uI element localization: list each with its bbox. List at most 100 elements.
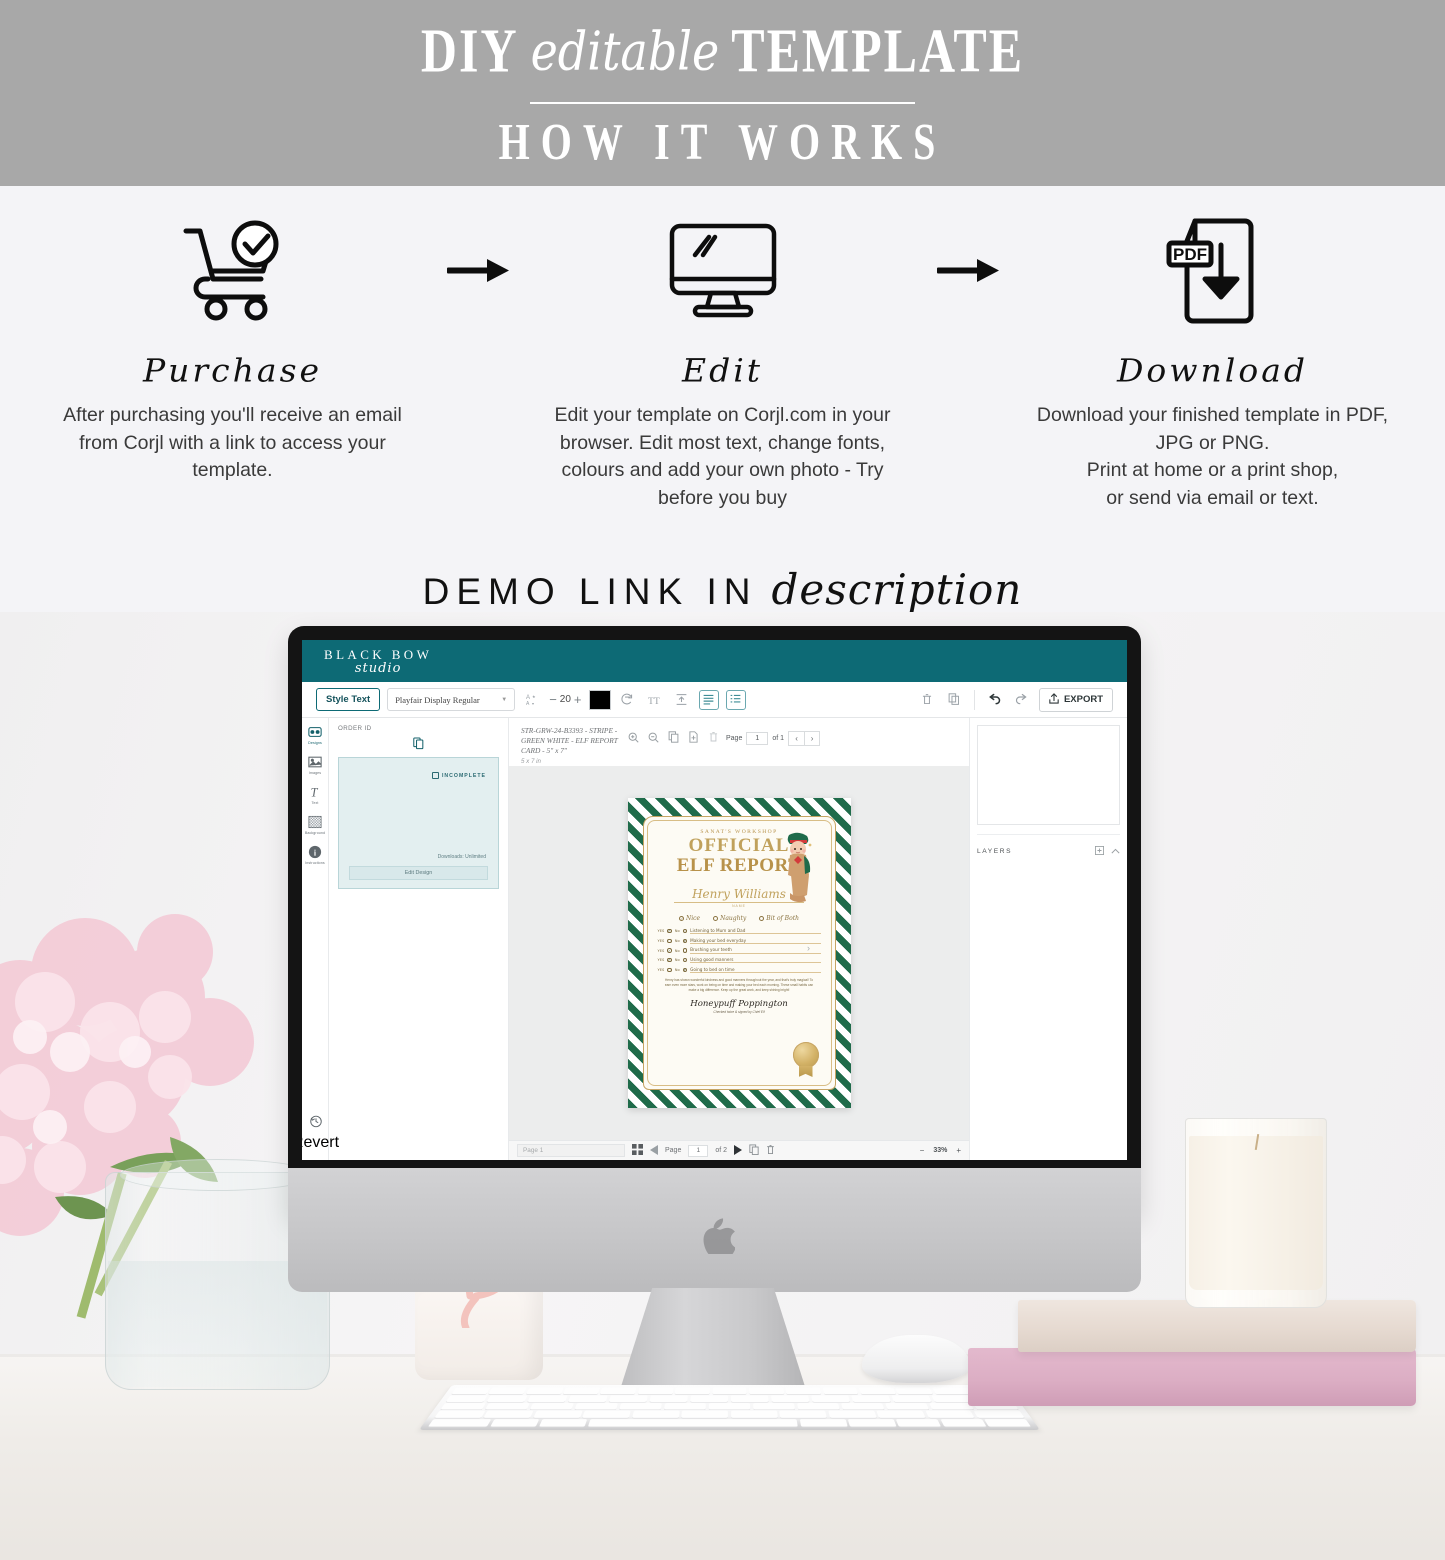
sidebar-item-revert[interactable]: Revert	[302, 1114, 339, 1152]
shopping-cart-check-icon	[43, 208, 423, 333]
canvas-stage[interactable]: SANAT'S WORKSHOP OFFICIAL ELF REPORT Hen…	[509, 766, 969, 1140]
banner-divider	[530, 102, 915, 104]
card-inner: SANAT'S WORKSHOP OFFICIAL ELF REPORT Hen…	[642, 816, 836, 1090]
edit-design-button[interactable]: Edit Design	[349, 866, 488, 880]
step-purchase: Purchase After purchasing you'll receive…	[43, 208, 423, 485]
page-name-input[interactable]: Page 1	[517, 1144, 625, 1157]
duplicate-icon[interactable]	[944, 690, 964, 710]
checkbox-empty-icon[interactable]	[682, 928, 688, 934]
zoom-controls: − 33% +	[920, 1146, 961, 1155]
grid-view-icon[interactable]	[632, 1144, 643, 1157]
sidebar-item-images[interactable]: Images	[302, 754, 329, 775]
svg-text:T: T	[311, 785, 319, 799]
image-icon	[307, 754, 323, 770]
svg-text:TT: TT	[648, 695, 660, 705]
candle-wax	[1189, 1136, 1323, 1290]
choice-nice[interactable]: ✓ Nice	[679, 915, 700, 922]
design-thumbnail-card[interactable]: INCOMPLETE Downloads: Unlimited Edit Des…	[338, 757, 499, 889]
layers-header: LAYERS	[977, 834, 1120, 860]
book-pink	[968, 1348, 1416, 1406]
badge-square-icon	[431, 772, 439, 779]
rotate-icon[interactable]	[618, 690, 638, 710]
collapse-chevron-icon[interactable]	[1111, 842, 1120, 860]
letter-case-icon[interactable]: A ★ A ▾	[522, 690, 542, 710]
no-label: No	[674, 967, 680, 972]
steps-section: Purchase After purchasing you'll receive…	[0, 186, 1445, 513]
canvas-tools	[628, 730, 719, 748]
elf-report-card[interactable]: SANAT'S WORKSHOP OFFICIAL ELF REPORT Hen…	[627, 798, 851, 1108]
style-text-button[interactable]: Style Text	[316, 688, 381, 711]
next-page-icon[interactable]	[734, 1144, 743, 1157]
table-row: YES ✓ No Listening to Mum and Dad	[658, 928, 821, 935]
duplicate-order-icon[interactable]	[338, 737, 499, 750]
step-title: Download	[1116, 351, 1309, 390]
duplicate-page-icon[interactable]	[749, 1144, 759, 1157]
redo-icon[interactable]	[1012, 690, 1032, 710]
list-icon[interactable]	[725, 689, 746, 710]
font-size-plus[interactable]: +	[574, 692, 582, 707]
export-button[interactable]: EXPORT	[1038, 687, 1113, 712]
sidebar-item-instructions[interactable]: i Instructions	[302, 844, 329, 865]
card-signature-label: Checked twice & signed by Chief Elf	[713, 1009, 765, 1014]
sidebar-item-text[interactable]: T Text	[302, 784, 329, 805]
editor-body: Designs Images T Text Background i Instr…	[302, 718, 1127, 1160]
arrow-right-icon-2	[913, 208, 1023, 333]
checkbox-empty-icon[interactable]	[682, 948, 688, 953]
editor-brand-bar: BLACK BOW studio	[302, 640, 1127, 682]
font-size-minus[interactable]: −	[549, 692, 557, 707]
footer-page-input[interactable]: 1	[688, 1144, 709, 1157]
sidebar-item-background[interactable]: Background	[302, 814, 329, 835]
trash-icon[interactable]	[917, 690, 937, 710]
page-label: Page	[726, 735, 743, 742]
checkbox-checked-icon[interactable]: ✓	[667, 957, 672, 963]
prev-page-icon[interactable]	[650, 1144, 658, 1157]
card-name-label: NAME	[732, 903, 746, 908]
gold-seal-icon	[792, 1042, 819, 1068]
panel-expand-handle[interactable]: ›	[807, 943, 810, 953]
card-signature: Honeypuff Poppington	[690, 998, 788, 1009]
checkbox-empty-icon[interactable]	[667, 938, 672, 944]
choice-bit-of-both[interactable]: Bit of Both	[759, 915, 799, 922]
step-download: PDF Download Download your finished temp…	[1023, 208, 1403, 513]
copy-page-icon[interactable]	[668, 730, 679, 748]
undo-icon[interactable]	[985, 690, 1005, 710]
font-family-select[interactable]: Playfair Display Regular ▼	[387, 688, 516, 711]
add-layer-icon[interactable]	[1094, 842, 1105, 860]
keyboard-row	[451, 1387, 1008, 1395]
svg-text:PDF: PDF	[1173, 245, 1207, 264]
page-next-button[interactable]: ›	[804, 732, 819, 745]
table-row: YES ✓ No Using good manners	[658, 957, 821, 964]
zoom-out-button[interactable]: −	[920, 1146, 925, 1155]
choice-naughty[interactable]: Naughty	[713, 915, 746, 922]
checkbox-checked-icon[interactable]: ✓	[682, 967, 688, 973]
delete-page-icon[interactable]	[766, 1144, 775, 1157]
checkbox-checked-icon[interactable]: ✓	[667, 928, 672, 934]
vertical-align-icon[interactable]	[672, 690, 692, 710]
task-text: Using good manners	[690, 957, 821, 964]
add-page-icon[interactable]	[688, 730, 699, 748]
downloads-text: Downloads: Unlimited	[437, 854, 486, 860]
page-prev-button[interactable]: ‹	[789, 732, 804, 745]
zoom-level: 33%	[933, 1147, 948, 1154]
text-style-tt-icon[interactable]: TT	[645, 690, 665, 710]
font-size-stepper[interactable]: − 20 +	[549, 692, 581, 707]
text-color-swatch[interactable]	[588, 689, 611, 710]
checkbox-empty-icon[interactable]	[682, 957, 688, 963]
checkbox-checked-icon[interactable]: ✓	[682, 938, 688, 944]
keyboard-row	[440, 1402, 1019, 1410]
page-number-input[interactable]: 1	[746, 732, 769, 745]
designs-icon	[307, 724, 323, 740]
zoom-in-icon[interactable]	[628, 730, 639, 748]
checkbox-checked-icon[interactable]: ✓	[667, 948, 672, 953]
align-left-icon[interactable]	[698, 689, 719, 710]
revert-icon	[309, 1114, 323, 1133]
pdf-download-icon: PDF	[1023, 208, 1403, 333]
zoom-out-icon[interactable]	[648, 730, 659, 748]
zoom-in-button[interactable]: +	[956, 1146, 961, 1155]
table-row: YES ✓ No Brushing your teeth	[658, 947, 821, 954]
checkbox-empty-icon[interactable]	[667, 967, 672, 973]
sidebar-label: Text	[311, 801, 319, 805]
status-badge: INCOMPLETE	[431, 772, 486, 779]
delete-page-icon[interactable]	[708, 730, 719, 748]
sidebar-item-designs[interactable]: Designs	[302, 724, 329, 745]
